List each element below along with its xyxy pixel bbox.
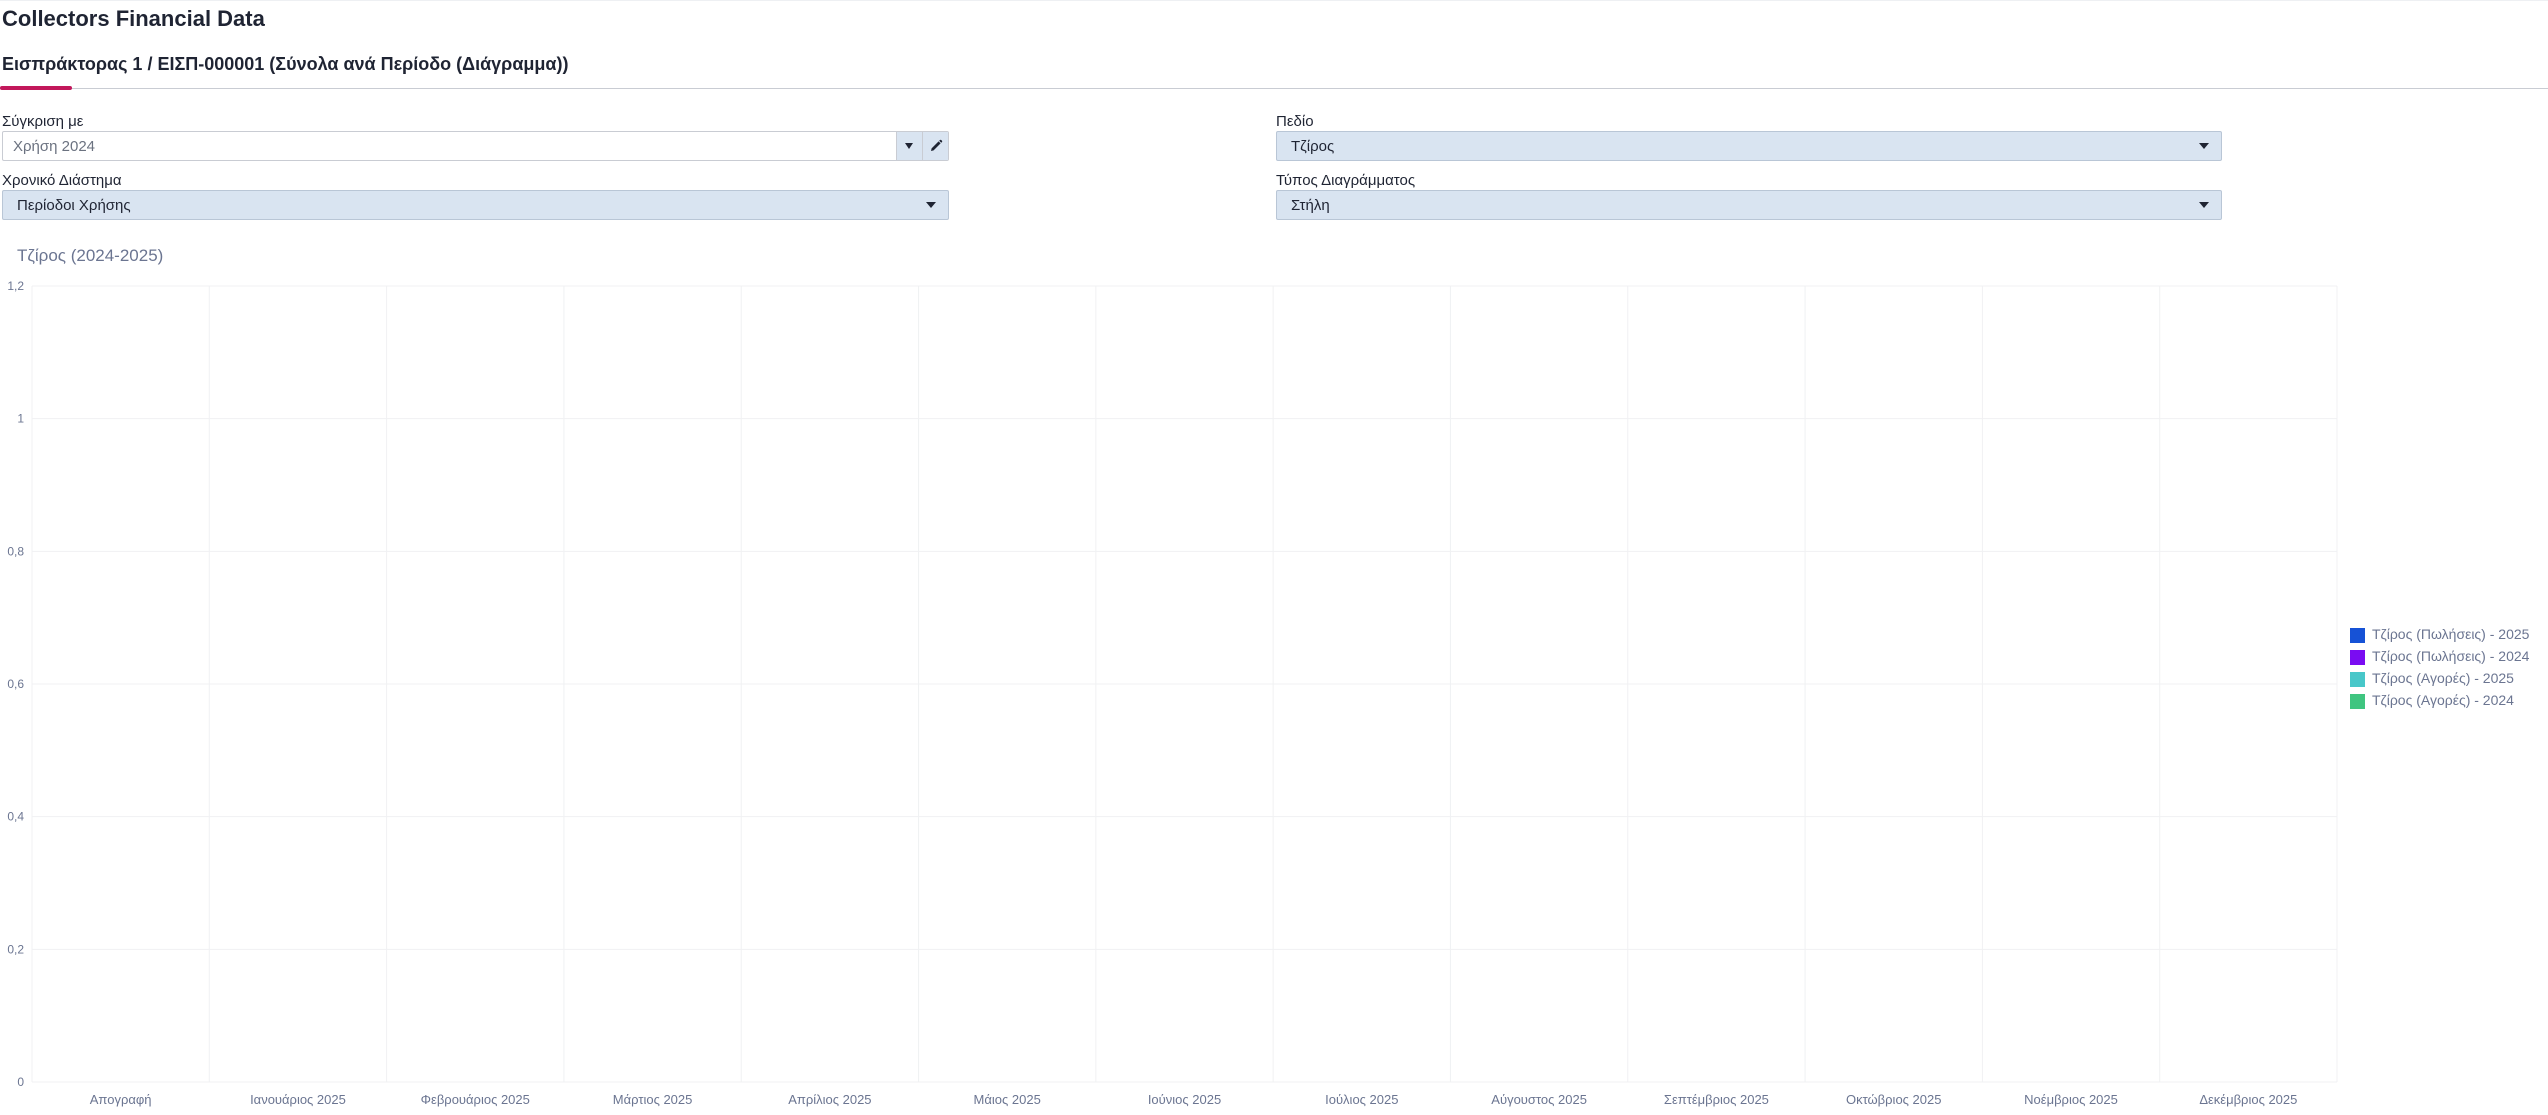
- compare-dropdown-button[interactable]: [896, 132, 922, 160]
- page-title: Collectors Financial Data: [2, 6, 265, 31]
- legend-swatch: [2350, 694, 2365, 709]
- period-select-value: Περίοδοι Χρήσης: [17, 197, 131, 214]
- chevron-down-icon: [2199, 143, 2209, 149]
- tab-divider: [0, 88, 2548, 89]
- legend-swatch: [2350, 628, 2365, 643]
- x-tick-label: Ιανουάριος 2025: [250, 1092, 346, 1107]
- compare-edit-button[interactable]: [922, 132, 948, 160]
- y-tick-label: 0: [17, 1075, 24, 1089]
- legend-label: Τζίρος (Αγορές) - 2024: [2372, 692, 2514, 708]
- y-tick-label: 0,8: [7, 544, 24, 558]
- chevron-down-icon: [905, 143, 913, 149]
- x-tick-label: Ιούνιος 2025: [1148, 1092, 1221, 1107]
- chart-type-label: Τύπος Διαγράμματος: [1276, 172, 1416, 189]
- x-tick-label: Φεβρουάριος 2025: [421, 1092, 530, 1107]
- x-tick-label: Σεπτέμβριος 2025: [1664, 1092, 1769, 1107]
- period-select[interactable]: Περίοδοι Χρήσης: [2, 190, 949, 220]
- tab-chart-totals[interactable]: Εισπράκτορας 1 / ΕΙΣΠ-000001 (Σύνολα ανά…: [2, 54, 568, 75]
- field-label: Πεδίο: [1276, 113, 1314, 130]
- active-tab-indicator: [0, 86, 72, 90]
- legend-label: Τζίρος (Πωλήσεις) - 2025: [2372, 626, 2530, 642]
- x-tick-label: Νοέμβριος 2025: [2024, 1092, 2118, 1107]
- compare-combobox[interactable]: Χρήση 2024: [2, 131, 949, 161]
- compare-label: Σύγκριση με: [2, 113, 84, 130]
- chart-type-select-value: Στήλη: [1291, 197, 1330, 214]
- top-border: [0, 0, 2548, 1]
- y-tick-label: 1,2: [7, 279, 24, 293]
- legend-label: Τζίρος (Πωλήσεις) - 2024: [2372, 648, 2530, 664]
- legend-swatch: [2350, 650, 2365, 665]
- y-tick-label: 0,6: [7, 677, 24, 691]
- x-tick-label: Μάρτιος 2025: [613, 1092, 693, 1107]
- field-select-value: Τζίρος: [1291, 138, 1335, 155]
- y-tick-label: 0,2: [7, 942, 24, 956]
- x-tick-label: Αύγουστος 2025: [1491, 1092, 1587, 1107]
- legend-swatch: [2350, 672, 2365, 687]
- compare-input[interactable]: Χρήση 2024: [13, 138, 95, 155]
- legend-label: Τζίρος (Αγορές) - 2025: [2372, 670, 2514, 686]
- x-tick-label: Μάιος 2025: [974, 1092, 1041, 1107]
- period-label: Χρονικό Διάστημα: [2, 172, 122, 189]
- x-tick-label: Δεκέμβριος 2025: [2199, 1092, 2297, 1107]
- field-select[interactable]: Τζίρος: [1276, 131, 2222, 161]
- chart-type-select[interactable]: Στήλη: [1276, 190, 2222, 220]
- y-tick-label: 0,4: [7, 810, 24, 824]
- x-tick-label: Απογραφή: [90, 1092, 152, 1107]
- x-tick-label: Οκτώβριος 2025: [1846, 1092, 1942, 1107]
- x-tick-label: Απρίλιος 2025: [788, 1092, 871, 1107]
- chevron-down-icon: [926, 202, 936, 208]
- pencil-icon: [931, 139, 943, 151]
- y-tick-label: 1: [17, 412, 24, 426]
- x-tick-label: Ιούλιος 2025: [1325, 1092, 1398, 1107]
- chart-title: Τζίρος (2024-2025): [17, 246, 164, 265]
- chevron-down-icon: [2199, 202, 2209, 208]
- chart-plot: 0 0,2 0,4 0,6 0,8 1 1,2 Απογραφή Ιανουάριος 202…: [7, 279, 2338, 1107]
